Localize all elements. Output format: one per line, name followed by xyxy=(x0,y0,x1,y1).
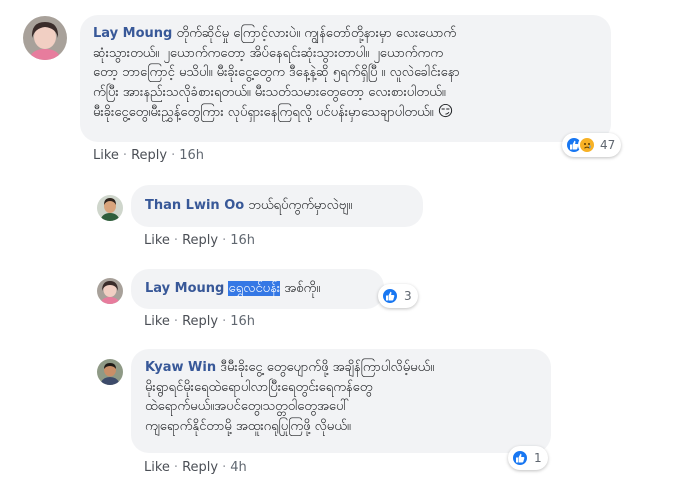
timestamp[interactable]: 16h xyxy=(230,314,255,329)
comment-text: ဘယ်ရပ်ကွက်မှာလဲဗျ။ xyxy=(248,198,353,213)
like-link[interactable]: Like xyxy=(93,148,119,163)
comment-text-line: ကျရောက်နိုင်တာမို့ အထူးဂရုပြုကြဖို့ လိုမ… xyxy=(145,418,351,434)
reply-link[interactable]: Reply xyxy=(182,460,218,475)
timestamp[interactable]: 16h xyxy=(179,148,204,163)
comment-author[interactable]: Than Lwin Oo xyxy=(145,198,244,213)
comment-actions: Like · Reply · 16h xyxy=(144,233,255,248)
comment-text-line: ဆုံးသွားတယ်။ ၂ယောက်ကတော့ အိပ်နေရင်းဆုံးသ… xyxy=(93,45,443,61)
comment-bubble: Lay Moung ရွှေလင်ပန်း အစ်ကို။ xyxy=(131,269,384,309)
comment-text-line: က်ပြီး အားနည်းသလိုခံစားရတယ်။ မီးသတ်သမားတ… xyxy=(93,84,446,100)
avatar[interactable] xyxy=(23,16,67,60)
reaction-summary[interactable]: 3 xyxy=(378,284,418,308)
comment-actions: Like · Reply · 16h xyxy=(144,314,255,329)
smirk-emoji: 😏 xyxy=(437,102,454,120)
avatar[interactable] xyxy=(97,359,123,385)
separator-dot: · xyxy=(173,233,179,248)
comment-text-line: မိုးရွာရင်မိုးရေထဲရောပါလာပြီးရေတွင်းရေကန… xyxy=(145,379,373,395)
separator-dot: · xyxy=(173,460,179,475)
separator-dot: · xyxy=(222,233,227,248)
comment-text-line: ဒီမီးခိုးငွေ့ တွေပျောက်ဖို့ အချိန်ကြာပါလ… xyxy=(220,360,435,375)
separator-dot: · xyxy=(222,460,227,475)
like-link[interactable]: Like xyxy=(144,233,170,248)
reaction-count: 47 xyxy=(600,138,616,152)
timestamp[interactable]: 16h xyxy=(230,233,255,248)
comment-actions: Like · Reply · 16h xyxy=(93,148,204,163)
avatar[interactable] xyxy=(97,195,123,221)
like-link[interactable]: Like xyxy=(144,314,170,329)
comment-author[interactable]: Lay Moung xyxy=(93,26,172,41)
separator-dot: · xyxy=(222,314,227,329)
comment-actions: Like · Reply · 4h xyxy=(144,460,247,475)
reaction-count: 3 xyxy=(404,289,412,303)
comment-bubble: Kyaw Win ဒီမီးခိုးငွေ့ တွေပျောက်ဖို့ အချ… xyxy=(131,349,551,453)
thumbs-up-icon xyxy=(511,449,529,467)
reply-link[interactable]: Reply xyxy=(131,148,167,163)
comment-text-line: မီးခိုးငွေ့တွေ၊မီးညွှန့်တွေကြား လုပ်ရှား… xyxy=(93,105,434,120)
reaction-summary[interactable]: 47 xyxy=(562,133,622,157)
comment-bubble: Than Lwin Oo ဘယ်ရပ်ကွက်မှာလဲဗျ။ xyxy=(131,185,423,227)
comment-author[interactable]: Lay Moung xyxy=(145,281,224,296)
comment-text-line: ထဲရောက်မယ်။အပင်တွေ၊သတ္တဝါတွေအပေါ် xyxy=(145,399,350,414)
like-link[interactable]: Like xyxy=(144,460,170,475)
comment-text-line: တိုက်ဆိုင်မှု ကြောင့်လားပဲ။ ကျွန်တော်တို… xyxy=(176,26,457,41)
separator-dot: · xyxy=(171,148,176,163)
reaction-count: 1 xyxy=(534,451,542,465)
thumbs-up-icon xyxy=(381,287,399,305)
avatar[interactable] xyxy=(97,278,123,304)
comment-text-line: တော့ ဘာကြောင့် မသိပါ။ မီးခိုးငွေ့တွေက ဒီ… xyxy=(93,65,460,80)
mention-highlight[interactable]: ရွှေလင်ပန်း xyxy=(228,281,281,296)
separator-dot: · xyxy=(173,314,179,329)
timestamp[interactable]: 4h xyxy=(230,460,247,475)
comment-bubble: Lay Moung တိုက်ဆိုင်မှု ကြောင့်လားပဲ။ ကျ… xyxy=(80,15,611,142)
separator-dot: · xyxy=(122,148,128,163)
reply-link[interactable]: Reply xyxy=(182,233,218,248)
comment-text: အစ်ကို။ xyxy=(280,281,321,296)
reaction-summary[interactable]: 1 xyxy=(508,446,548,470)
reply-link[interactable]: Reply xyxy=(182,314,218,329)
comment-author[interactable]: Kyaw Win xyxy=(145,360,216,375)
sad-face-icon xyxy=(578,136,596,154)
